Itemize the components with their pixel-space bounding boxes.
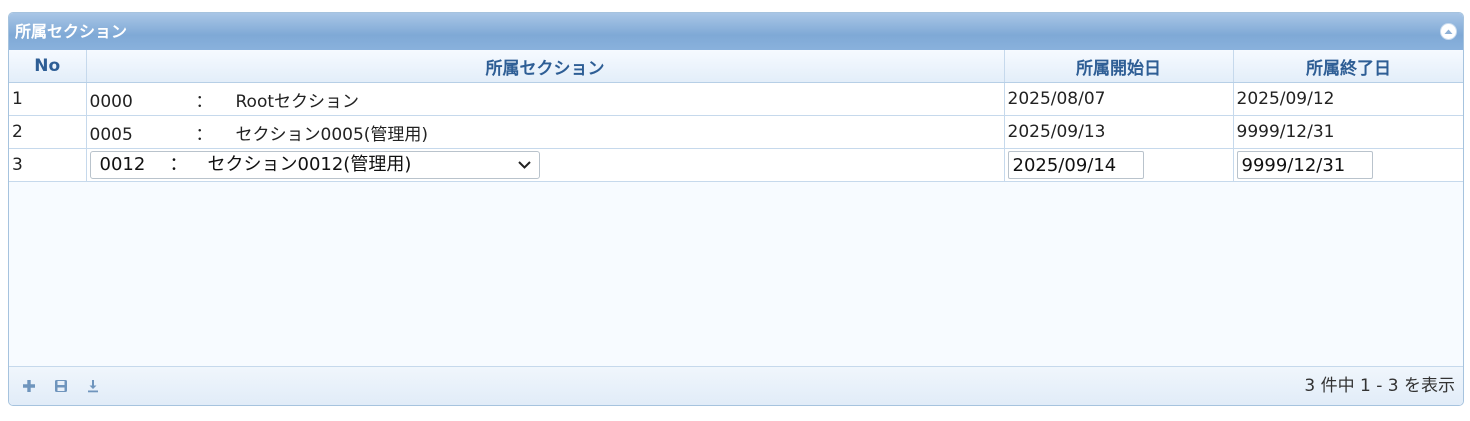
start-date-cell: 2025/09/13 bbox=[1004, 115, 1234, 149]
section-code: 0000 bbox=[89, 91, 133, 112]
section-separator: ： bbox=[195, 91, 213, 112]
section-cell: 0012 ： セクション0012(管理用) bbox=[86, 148, 1005, 182]
add-icon[interactable] bbox=[21, 378, 37, 394]
start-date-cell bbox=[1004, 148, 1234, 182]
pager-info: 3 件中 1 - 3 を表示 bbox=[1304, 376, 1455, 396]
end-date-input[interactable] bbox=[1236, 151, 1373, 179]
row-no: 1 bbox=[9, 82, 87, 116]
row-no: 3 bbox=[9, 148, 87, 182]
start-date-input[interactable] bbox=[1007, 151, 1144, 179]
end-date-cell: 9999/12/31 bbox=[1233, 115, 1463, 149]
save-icon[interactable] bbox=[53, 378, 69, 394]
section-name: Rootセクション bbox=[235, 91, 360, 112]
grid-footer: 3 件中 1 - 3 を表示 bbox=[9, 366, 1463, 405]
column-header-end-date[interactable]: 所属終了日 bbox=[1233, 50, 1463, 83]
table-row[interactable]: 1 0000 ： Rootセクション 2025/08/07 2025/09/12 bbox=[9, 82, 1463, 116]
end-date-cell: 2025/09/12 bbox=[1233, 82, 1463, 116]
collapse-up-icon[interactable] bbox=[1440, 23, 1457, 40]
table-row-editing[interactable]: 3 0012 ： セクション0012(管理用) bbox=[9, 148, 1463, 182]
column-header-start-date[interactable]: 所属開始日 bbox=[1004, 50, 1234, 83]
panel-titlebar: 所属セクション bbox=[9, 13, 1463, 50]
grid-header-row: No 所属セクション 所属開始日 所属終了日 bbox=[9, 50, 1463, 83]
section-separator: ： bbox=[195, 124, 213, 145]
start-date-cell: 2025/08/07 bbox=[1004, 82, 1234, 116]
section-select[interactable]: 0012 ： セクション0012(管理用) bbox=[89, 151, 540, 179]
select-name: セクション0012(管理用) bbox=[207, 154, 412, 175]
section-cell: 0005 ： セクション0005(管理用) bbox=[86, 115, 1005, 149]
table-row[interactable]: 2 0005 ： セクション0005(管理用) 2025/09/13 9999/12… bbox=[9, 115, 1463, 149]
end-date-cell bbox=[1233, 148, 1463, 182]
chevron-down-icon bbox=[517, 161, 531, 169]
section-panel: 所属セクション No 所属セクション 所属開始日 所属終了日 1 0000 ： Ro… bbox=[8, 12, 1464, 406]
select-separator: ： bbox=[169, 154, 188, 175]
column-header-no[interactable]: No bbox=[9, 50, 87, 83]
section-code: 0005 bbox=[89, 124, 133, 145]
row-no: 2 bbox=[9, 115, 87, 149]
download-icon[interactable] bbox=[85, 378, 101, 394]
column-header-section[interactable]: 所属セクション bbox=[86, 50, 1005, 83]
section-grid: No 所属セクション 所属開始日 所属終了日 1 0000 ： Rootセクション … bbox=[9, 50, 1463, 182]
panel-title: 所属セクション bbox=[15, 22, 128, 41]
section-name: セクション0005(管理用) bbox=[235, 124, 429, 145]
select-code: 0012 bbox=[99, 154, 146, 175]
section-cell: 0000 ： Rootセクション bbox=[86, 82, 1005, 116]
